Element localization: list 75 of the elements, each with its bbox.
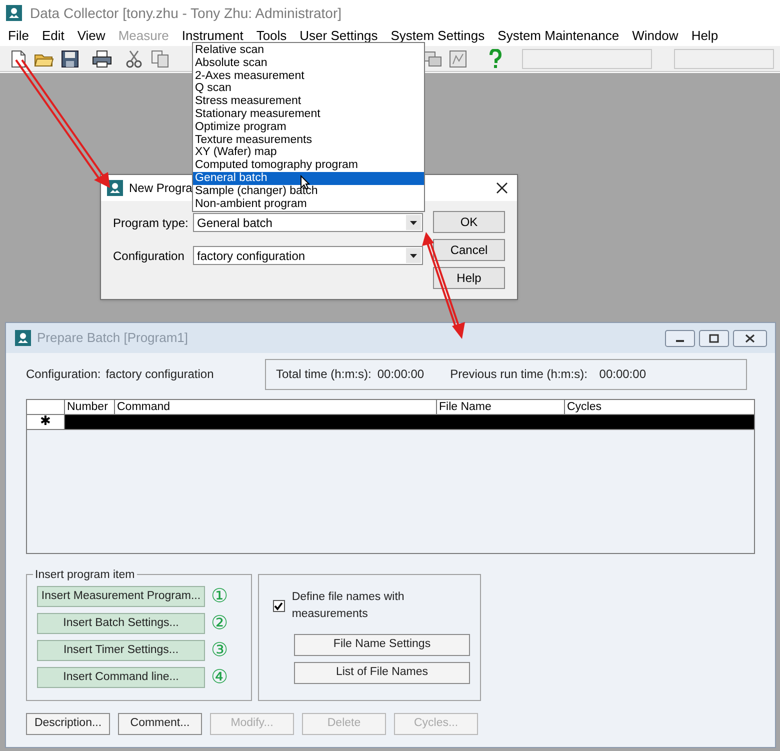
- file-button[interactable]: List of File Names: [294, 662, 470, 684]
- dropdown-option[interactable]: Optimize program: [193, 120, 424, 134]
- insert-button[interactable]: Insert Batch Settings...: [37, 613, 205, 634]
- menu-item[interactable]: Window: [632, 28, 678, 44]
- dropdown-field[interactable]: factory configuration: [193, 246, 423, 265]
- menu-item[interactable]: File: [8, 28, 29, 44]
- dropdown-option[interactable]: General batch: [193, 172, 424, 185]
- time-label: Previous run time (h:m:s):: [450, 366, 588, 383]
- checkbox-label: Define file names with measurements: [292, 590, 406, 622]
- save-icon[interactable]: [60, 48, 80, 68]
- checkmark-icon: [274, 602, 284, 611]
- time-label: Total time (h:m:s):: [276, 366, 372, 383]
- maximize-icon[interactable]: [699, 330, 729, 347]
- column-header[interactable]: Number: [65, 400, 115, 414]
- dropdown-option[interactable]: Q scan: [193, 82, 424, 96]
- dialog-title: New Progra: [129, 180, 192, 197]
- dropdown-option[interactable]: Stress measurement: [193, 95, 424, 108]
- copy-icon[interactable]: [150, 48, 170, 68]
- file-button[interactable]: File Name Settings: [294, 634, 470, 656]
- configuration-value: factory configuration: [106, 366, 214, 383]
- menu-item[interactable]: System Settings: [390, 28, 485, 44]
- menu-item[interactable]: Instrument: [182, 28, 244, 44]
- dropdown-field[interactable]: General batch: [193, 213, 423, 232]
- menu-item[interactable]: User Settings: [300, 28, 378, 44]
- configuration-label: Configuration:: [26, 366, 101, 383]
- action-button[interactable]: Description...: [26, 713, 110, 735]
- row-marker: ✱: [27, 415, 65, 429]
- toolbar-field[interactable]: [522, 48, 652, 68]
- menu-item[interactable]: Tools: [256, 28, 287, 44]
- table-row[interactable]: ✱: [27, 415, 754, 430]
- menu-item[interactable]: System Maintenance: [498, 28, 620, 44]
- step-number: ④: [211, 667, 228, 688]
- app-icon: [6, 5, 22, 21]
- column-header[interactable]: File Name: [437, 400, 565, 414]
- field-label: Program type:: [113, 214, 190, 232]
- menu-item[interactable]: Edit: [42, 28, 64, 44]
- dialog-button[interactable]: OK: [433, 211, 505, 233]
- dropdown-option[interactable]: Stationary measurement: [193, 108, 424, 121]
- chart-window-icon[interactable]: [448, 48, 468, 68]
- column-header[interactable]: Cycles: [565, 400, 749, 414]
- cut-icon[interactable]: [124, 48, 144, 68]
- close-icon[interactable]: [495, 181, 509, 195]
- dialog-button[interactable]: Help: [433, 267, 505, 289]
- window-title: Prepare Batch [Program1]: [37, 329, 188, 348]
- dropdown-option[interactable]: Non-ambient program: [193, 198, 424, 210]
- insert-button[interactable]: Insert Timer Settings...: [37, 640, 205, 661]
- menu-item[interactable]: Help: [691, 28, 718, 44]
- step-number: ①: [211, 586, 228, 607]
- dropdown-option[interactable]: Absolute scan: [193, 56, 424, 70]
- dropdown-option[interactable]: XY (Wafer) map: [193, 146, 424, 160]
- toolbar-field[interactable]: [674, 48, 774, 68]
- step-number: ②: [211, 613, 228, 634]
- insert-button[interactable]: Insert Measurement Program...: [37, 586, 205, 607]
- time-value: 00:00:00: [599, 366, 646, 383]
- window-title: Data Collector [tony.zhu - Tony Zhu: Administrator]: [30, 4, 342, 23]
- close-icon[interactable]: [733, 330, 767, 347]
- menu-item[interactable]: View: [77, 28, 106, 44]
- dropdown-option[interactable]: Texture measurements: [193, 134, 424, 146]
- insert-button[interactable]: Insert Command line...: [37, 667, 205, 688]
- dropdown-option[interactable]: Relative scan: [193, 44, 424, 57]
- dropdown-option[interactable]: Computed tomography program: [193, 159, 424, 172]
- help-icon[interactable]: [488, 48, 502, 68]
- dialog-button[interactable]: Cancel: [433, 239, 505, 261]
- app-icon: [15, 330, 31, 346]
- app-icon: [107, 180, 123, 196]
- step-number: ③: [211, 640, 228, 661]
- checkbox[interactable]: [273, 600, 285, 612]
- action-button[interactable]: Comment...: [118, 713, 202, 735]
- printer-icon[interactable]: [92, 48, 112, 68]
- column-header[interactable]: Command: [115, 400, 437, 414]
- field-label: Configuration: [113, 248, 186, 264]
- dropdown-option[interactable]: 2-Axes measurement: [193, 70, 424, 82]
- dropdown-option[interactable]: Sample (changer) batch: [193, 184, 424, 198]
- minimize-icon[interactable]: [665, 330, 695, 347]
- time-value: 00:00:00: [377, 366, 424, 383]
